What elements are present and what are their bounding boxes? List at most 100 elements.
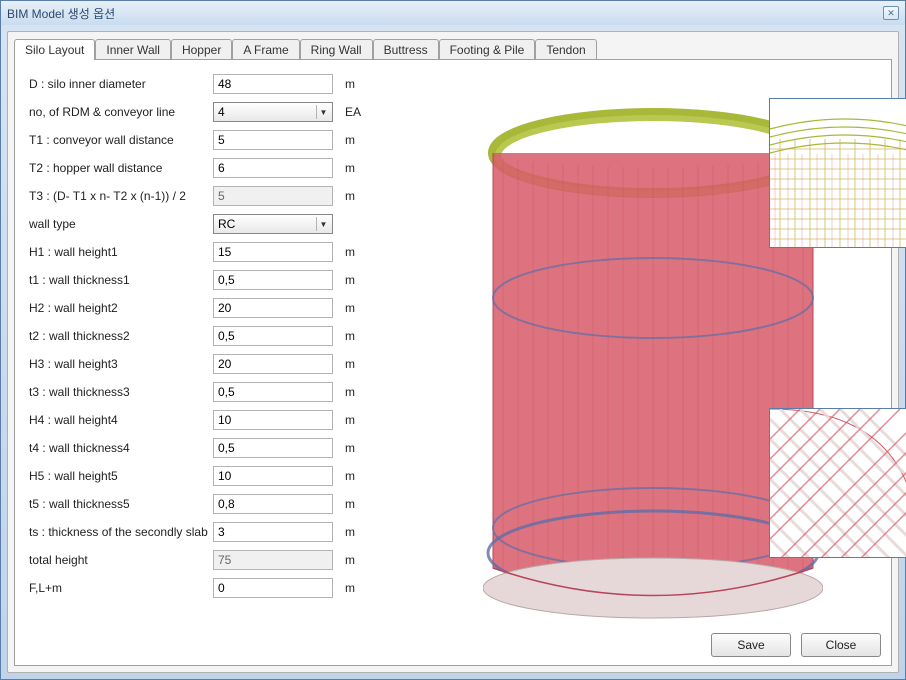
field-label: t5 : wall thickness5 xyxy=(23,497,213,511)
field-label: ts : thickness of the secondly slab xyxy=(23,525,213,539)
form-row: H2 : wall height2m xyxy=(23,294,423,322)
field-label: no, of RDM & conveyor line xyxy=(23,105,213,119)
close-button[interactable]: Close xyxy=(801,633,881,657)
field-label: H1 : wall height1 xyxy=(23,245,213,259)
form-row: F,L+m m xyxy=(23,574,423,602)
field-input[interactable] xyxy=(213,74,333,94)
field-unit: m xyxy=(333,525,373,539)
field-label: t4 : wall thickness4 xyxy=(23,441,213,455)
tab-footing-pile[interactable]: Footing & Pile xyxy=(439,39,536,60)
form-row: T2 : hopper wall distance m xyxy=(23,154,423,182)
field-unit: m xyxy=(333,273,373,287)
form-row: t1 : wall thickness1 m xyxy=(23,266,423,294)
viz-column xyxy=(423,70,883,655)
bim-model-window: BIM Model 생성 옵션 ✕ Silo Layout Inner Wall… xyxy=(0,0,906,680)
field-input[interactable] xyxy=(213,494,333,514)
form-row: t4 : wall thickness4 m xyxy=(23,434,423,462)
tab-tendon[interactable]: Tendon xyxy=(535,39,596,60)
form-row: D : silo inner diameter m xyxy=(23,70,423,98)
combo-value: RC xyxy=(218,217,235,231)
field-unit: EA xyxy=(333,105,373,119)
form-row: ts : thickness of the secondly slab m xyxy=(23,518,423,546)
form-row: t3 : wall thickness3 m xyxy=(23,378,423,406)
field-unit: m xyxy=(333,469,373,483)
tab-silo-layout[interactable]: Silo Layout xyxy=(14,39,95,60)
form-row: no, of RDM & conveyor line4▼EA xyxy=(23,98,423,126)
field-unit: m xyxy=(333,329,373,343)
form-row: H3 : wall height3 m xyxy=(23,350,423,378)
field-input[interactable] xyxy=(213,382,333,402)
window-title: BIM Model 생성 옵션 xyxy=(7,5,115,22)
field-label: H4 : wall height4 xyxy=(23,413,213,427)
field-unit: m xyxy=(333,189,373,203)
field-combo[interactable]: RC ▼ xyxy=(213,214,333,234)
field-input[interactable] xyxy=(213,354,333,374)
tab-hopper[interactable]: Hopper xyxy=(171,39,232,60)
field-label: D : silo inner diameter xyxy=(23,77,213,91)
field-label: F,L+m xyxy=(23,581,213,595)
field-unit: m xyxy=(333,133,373,147)
field-input[interactable] xyxy=(213,298,333,318)
form-row: T3 : (D- T1 x n- T2 x (n-1)) / 2 m xyxy=(23,182,423,210)
save-button[interactable]: Save xyxy=(711,633,791,657)
tab-strip: Silo Layout Inner Wall Hopper A Frame Ri… xyxy=(14,39,892,60)
tab-a-frame[interactable]: A Frame xyxy=(232,39,299,60)
field-input[interactable] xyxy=(213,466,333,486)
content-panel: Silo Layout Inner Wall Hopper A Frame Ri… xyxy=(7,31,899,673)
field-input[interactable] xyxy=(213,438,333,458)
form-row: t5 : wall thickness5 m xyxy=(23,490,423,518)
chevron-down-icon: ▼ xyxy=(316,217,330,231)
form-row: total heightm xyxy=(23,546,423,574)
field-unit: m xyxy=(333,497,373,511)
field-unit: m xyxy=(333,413,373,427)
field-label: H3 : wall height3 xyxy=(23,357,213,371)
combo-value: 4 xyxy=(218,105,225,119)
tab-panel: D : silo inner diameter m no, of RDM & con… xyxy=(14,59,892,666)
field-label: T1 : conveyor wall distance xyxy=(23,133,213,147)
field-input[interactable] xyxy=(213,410,333,430)
field-unit: m xyxy=(333,77,373,91)
inset-top-svg xyxy=(770,99,906,248)
form-row: T1 : conveyor wall distance m xyxy=(23,126,423,154)
field-label: H2 : wall height2 xyxy=(23,301,213,315)
field-input xyxy=(213,550,333,570)
form-row: wall typeRC▼ xyxy=(23,210,423,238)
field-input[interactable] xyxy=(213,578,333,598)
silo-3d-viewport[interactable] xyxy=(483,98,823,628)
field-input[interactable] xyxy=(213,158,333,178)
field-unit: m xyxy=(333,441,373,455)
titlebar: BIM Model 생성 옵션 ✕ xyxy=(1,1,905,25)
field-input[interactable] xyxy=(213,522,333,542)
form-column: D : silo inner diameter m no, of RDM & con… xyxy=(23,70,423,655)
field-input[interactable] xyxy=(213,326,333,346)
chevron-down-icon: ▼ xyxy=(316,105,330,119)
tab-ring-wall[interactable]: Ring Wall xyxy=(300,39,373,60)
field-input[interactable] xyxy=(213,270,333,290)
form-row: H4 : wall height4 m xyxy=(23,406,423,434)
field-unit: m xyxy=(333,357,373,371)
field-label: t3 : wall thickness3 xyxy=(23,385,213,399)
field-input[interactable] xyxy=(213,130,333,150)
field-unit: m xyxy=(333,385,373,399)
close-icon[interactable]: ✕ xyxy=(883,6,899,20)
inset-bottom-svg xyxy=(770,409,906,558)
tab-buttress[interactable]: Buttress xyxy=(373,39,439,60)
form-row: H1 : wall height1 m xyxy=(23,238,423,266)
inset-rebar-detail xyxy=(769,98,906,248)
field-label: T3 : (D- T1 x n- T2 x (n-1)) / 2 xyxy=(23,189,213,203)
field-label: H5 : wall height5 xyxy=(23,469,213,483)
field-unit: m xyxy=(333,161,373,175)
inset-lattice-detail xyxy=(769,408,906,558)
field-input xyxy=(213,186,333,206)
field-label: T2 : hopper wall distance xyxy=(23,161,213,175)
form-row: H5 : wall height5 m xyxy=(23,462,423,490)
field-input[interactable] xyxy=(213,242,333,262)
field-unit: m xyxy=(333,581,373,595)
field-combo[interactable]: 4▼ xyxy=(213,102,333,122)
field-unit: m xyxy=(333,553,373,567)
field-unit: m xyxy=(333,245,373,259)
field-label: t2 : wall thickness2 xyxy=(23,329,213,343)
field-label: t1 : wall thickness1 xyxy=(23,273,213,287)
tab-inner-wall[interactable]: Inner Wall xyxy=(95,39,171,60)
button-bar: Save Close xyxy=(711,633,881,657)
